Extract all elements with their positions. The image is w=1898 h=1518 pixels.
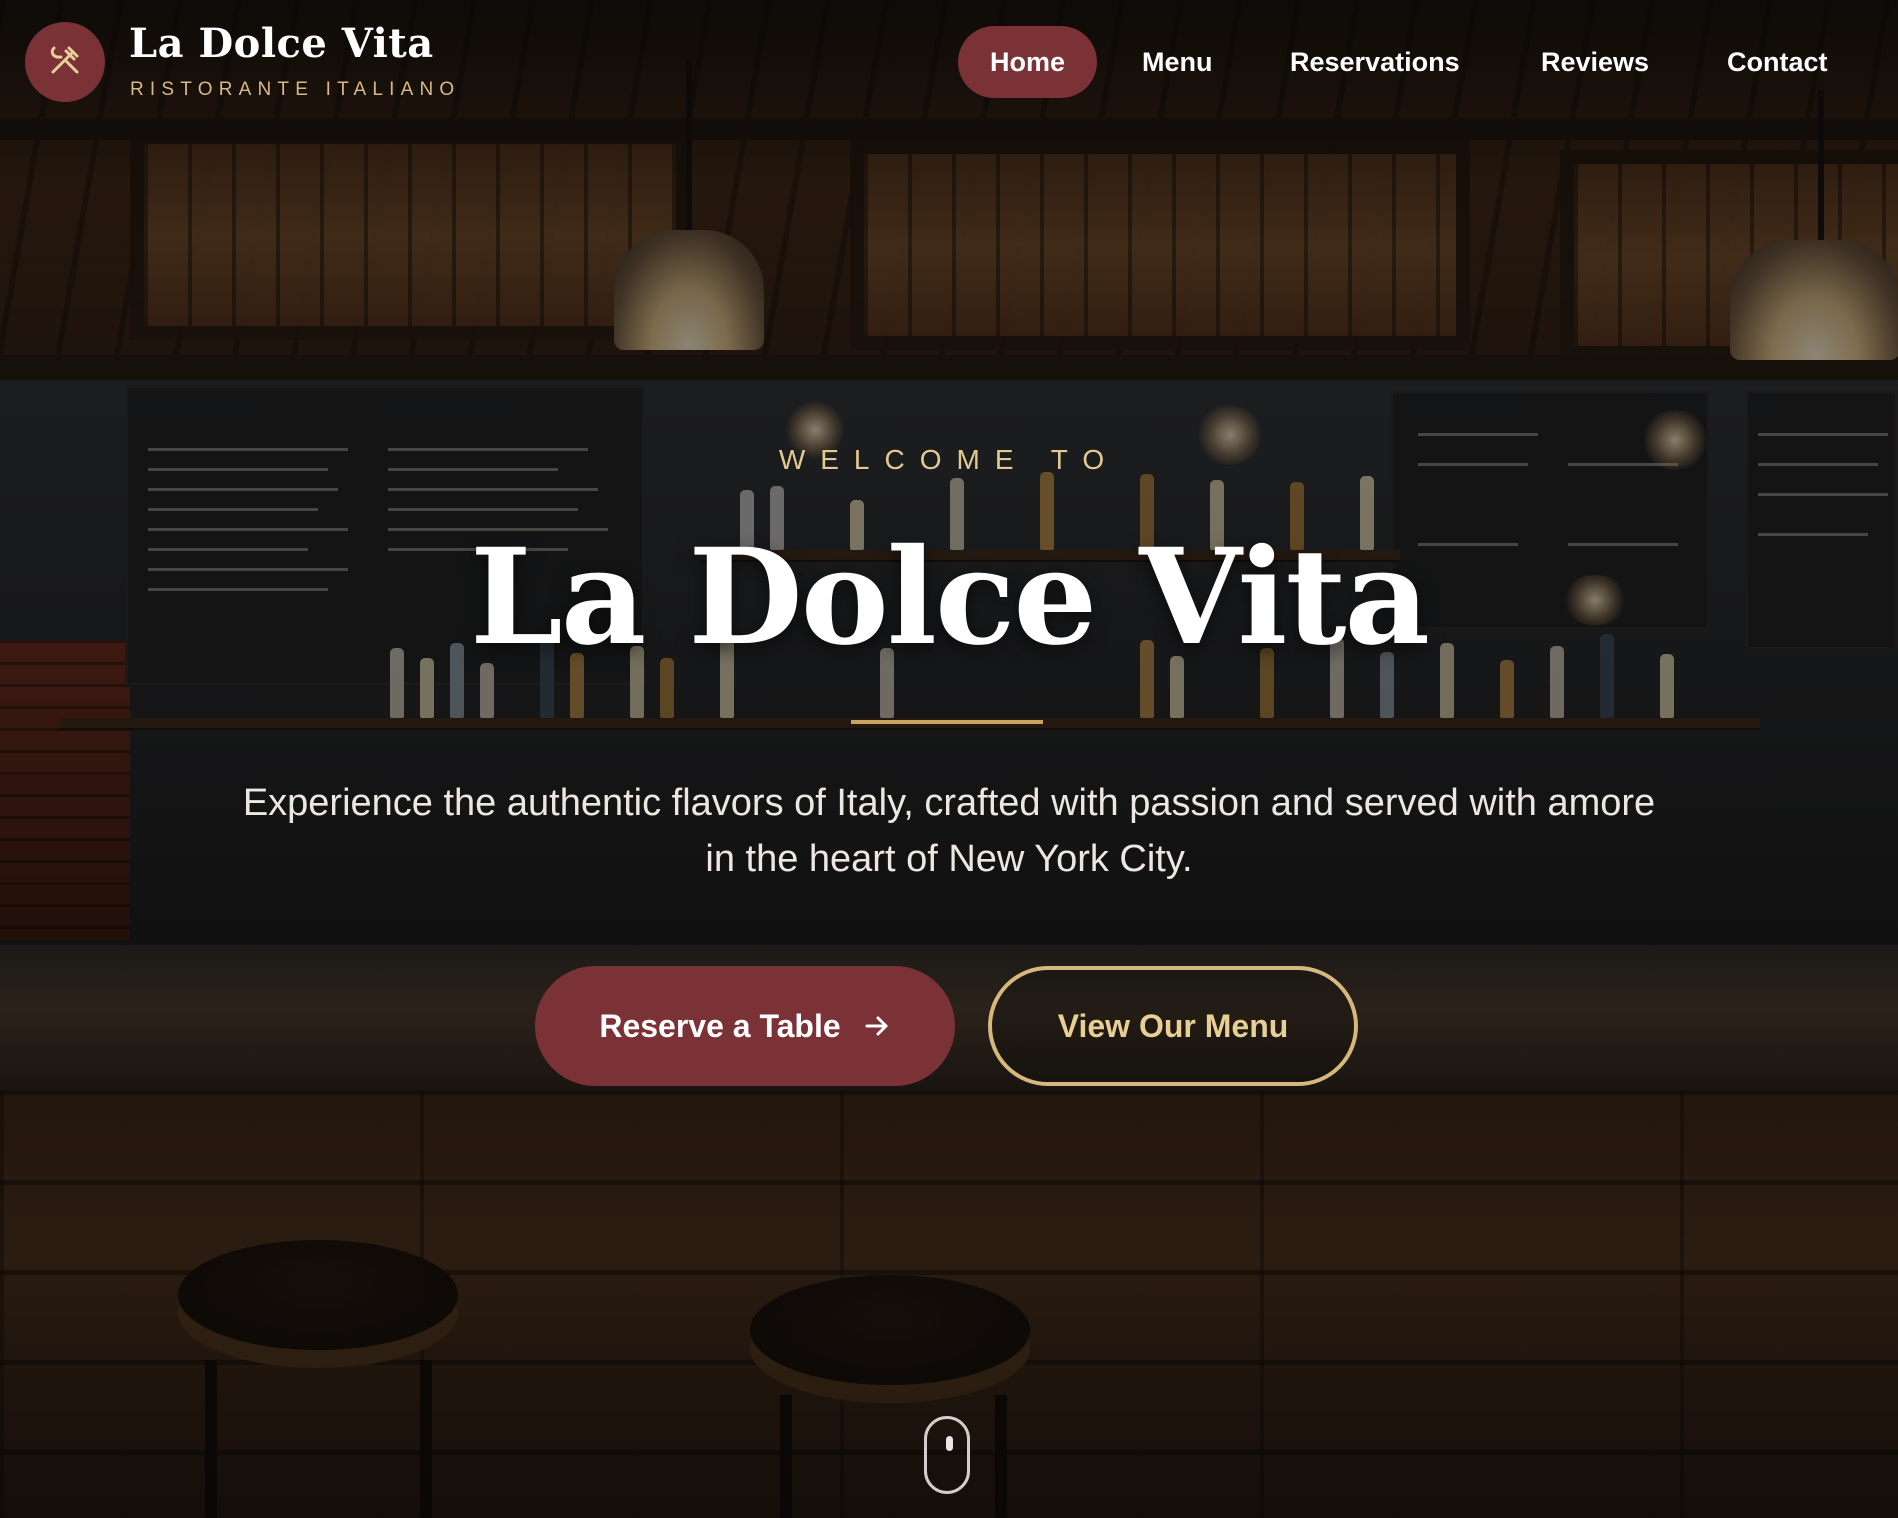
- reserve-table-button[interactable]: Reserve a Table: [535, 966, 955, 1086]
- brand-name[interactable]: La Dolce Vita: [129, 20, 434, 67]
- scroll-dot: [946, 1436, 953, 1451]
- hero-background-image: [0, 0, 1898, 1518]
- brand-subtitle: RISTORANTE ITALIANO: [130, 79, 461, 100]
- nav-item-menu[interactable]: Menu: [1142, 26, 1213, 98]
- view-menu-label: View Our Menu: [1057, 1007, 1289, 1044]
- nav-item-reservations[interactable]: Reservations: [1290, 26, 1460, 98]
- hero-kicker: WELCOME TO: [778, 444, 1120, 475]
- fork-knife-icon: [45, 40, 85, 85]
- mouse-scroll-icon[interactable]: [924, 1416, 970, 1494]
- reserve-table-label: Reserve a Table: [599, 1007, 841, 1044]
- hero-description: Experience the authentic flavors of Ital…: [242, 782, 1656, 880]
- view-menu-button[interactable]: View Our Menu: [988, 966, 1358, 1086]
- nav-item-contact[interactable]: Contact: [1727, 26, 1828, 98]
- arrow-right-icon: [863, 1012, 891, 1040]
- hero-title: La Dolce Vita: [469, 520, 1430, 675]
- dark-overlay: [0, 0, 1898, 1518]
- nav-item-home[interactable]: Home: [958, 26, 1098, 98]
- title-divider: [851, 720, 1043, 724]
- nav-item-reviews[interactable]: Reviews: [1541, 26, 1649, 98]
- logo-badge[interactable]: [25, 22, 105, 102]
